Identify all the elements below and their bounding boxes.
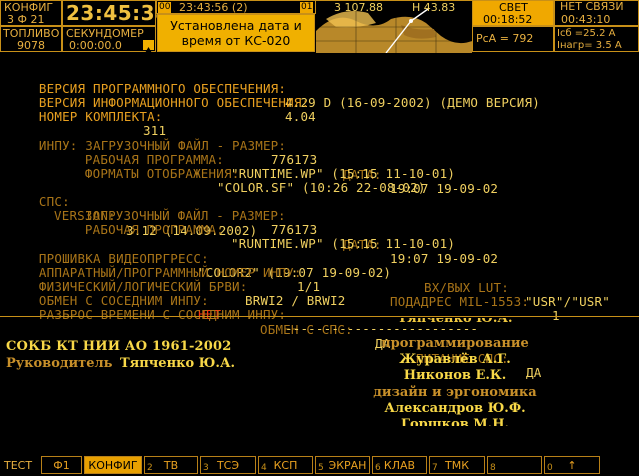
roll-programming: программирование bbox=[381, 336, 529, 351]
roll-top-name: Тяпченко Ю.А. bbox=[397, 318, 513, 326]
softkey-tmk-label: ТМК bbox=[444, 459, 470, 472]
credits-roll: Тяпченко Ю.А. программирование Журавлёв … bbox=[360, 318, 550, 426]
divider bbox=[0, 316, 639, 317]
roll-zhuravlev: Журавлёв А.Г. bbox=[399, 352, 511, 367]
stopwatch-arrow-icon[interactable] bbox=[143, 40, 154, 53]
softkey-tse[interactable]: 3 ТСЭ bbox=[200, 456, 256, 474]
head-name: Тяпченко Ю.А. bbox=[120, 356, 236, 371]
clock-cell: 23:45:38 bbox=[62, 0, 169, 26]
kit-number-label: НОМЕР КОМПЛЕКТА: bbox=[38, 108, 163, 124]
message-box: Установлена дата и время от КС-020 bbox=[157, 14, 315, 52]
nolink-label: НЕТ СВЯЗИ bbox=[560, 0, 624, 13]
rsa-value: РсА = 792 bbox=[476, 32, 534, 45]
softkey-keyboard[interactable]: 6 КЛАВ bbox=[372, 456, 427, 474]
up-arrow-icon: ↑ bbox=[567, 459, 577, 472]
softkey-tmk[interactable]: 7 ТМК bbox=[429, 456, 485, 474]
roll-nikonov: Никонов Е.К. bbox=[403, 368, 507, 383]
stopwatch-value: 0:00:00.0 bbox=[69, 39, 122, 52]
sps-date-value: 19:07 19-09-02 bbox=[390, 251, 499, 266]
roll-bottom-name: Горшков М.Н. bbox=[400, 417, 510, 426]
softkey-up[interactable]: 0 ↑ bbox=[544, 456, 600, 474]
config-cell: КОНФИГ 3 Ф 21 bbox=[0, 0, 62, 26]
tag-00: 00 bbox=[158, 2, 172, 13]
lut-value: "USR"/"USR" bbox=[525, 294, 610, 309]
head-label: Руководитель bbox=[6, 356, 113, 371]
softkey-keyboard-label: КЛАВ bbox=[383, 459, 416, 472]
inagr-value: Iнагр= 3.5 А bbox=[557, 40, 622, 51]
rsa-cell: РсА = 792 bbox=[472, 26, 554, 52]
fuel-cell: ТОПЛИВО 9078 bbox=[0, 26, 62, 52]
softkey-config[interactable]: КОНФИГ bbox=[84, 456, 142, 474]
nolink-cell: НЕТ СВЯЗИ 00:43:10 bbox=[554, 0, 639, 26]
mode-label: ТЕСТ bbox=[4, 459, 33, 472]
fuel-value: 9078 bbox=[17, 39, 45, 52]
softkey-8-number: 8 bbox=[490, 463, 496, 473]
current-cell: Iсб =25.2 А Iнагр= 3.5 А bbox=[554, 26, 639, 52]
spread-label: РАЗБРОС ВРЕМЕНИ С СОСЕДНИМ ИНПУ: bbox=[38, 306, 287, 322]
org-title: СОКБ КТ НИИ АО 1961-2002 bbox=[6, 339, 232, 354]
isb-value: Iсб =25.2 А bbox=[557, 28, 616, 39]
roll-aleksandrov: Александров Ю.Ф. bbox=[384, 401, 526, 416]
roll-design: дизайн и эргономика bbox=[373, 385, 537, 400]
sps-prog-value: "RUNTIME.WP" (15:15 11-10-01) bbox=[231, 236, 456, 251]
softkey-screen[interactable]: 5 ЭКРАН bbox=[315, 456, 370, 474]
softkey-screen-number: 5 bbox=[318, 463, 324, 473]
softkey-ksp-label: КСП bbox=[273, 459, 298, 472]
tag-01: 01 bbox=[300, 2, 314, 13]
clock-small: 23:43:56 (2) bbox=[179, 1, 248, 14]
light-value: 00:18:52 bbox=[483, 13, 533, 26]
sps-prog-label: РАБОЧАЯ ПРОГРАММА: bbox=[84, 221, 224, 237]
inpu-fmt-label: ФОРМАТЫ ОТОБРАЖЕНИЯ: bbox=[84, 165, 240, 181]
sw-version-value: 4.29 D (16-09-2002) (ДЕМО ВЕРСИЯ) bbox=[285, 95, 540, 110]
mil-label: ПОДАДРЕС MIL-1553: bbox=[390, 293, 530, 309]
light-cell: СВЕТ 00:18:52 bbox=[472, 0, 554, 26]
softkey-tv[interactable]: 2 ТВ bbox=[144, 456, 198, 474]
softkey-f1[interactable]: Ф1 bbox=[41, 456, 82, 474]
softkey-screen-label: ЭКРАН bbox=[328, 459, 367, 472]
nolink-value: 00:43:10 bbox=[561, 13, 611, 26]
softkey-8[interactable]: 8 bbox=[487, 456, 542, 474]
info-version-value: 4.04 bbox=[285, 109, 316, 124]
config-sub: 3 Ф 21 bbox=[7, 13, 45, 26]
main-clock: 23:45:38 bbox=[66, 1, 170, 25]
coord-right: Н 43.83 bbox=[412, 1, 456, 14]
clock-small-cell: 00 23:43:56 (2) 01 bbox=[156, 0, 316, 14]
coord-left: 3 107.88 bbox=[334, 1, 383, 14]
softkey-tv-label: ТВ bbox=[163, 459, 179, 472]
softkey-ksp[interactable]: 4 КСП bbox=[258, 456, 313, 474]
softkey-config-label: КОНФИГ bbox=[88, 459, 138, 472]
softkey-tse-label: ТСЭ bbox=[216, 459, 240, 472]
stopwatch-cell[interactable]: СЕКУНДОМЕР 0:00:00.0 bbox=[62, 26, 156, 53]
info-panel: ВЕРСИЯ ПРОГРАММНОГО ОБЕСПЕЧЕНИЯ: 4.29 D … bbox=[8, 67, 633, 380]
map-strip: 3 107.88 Н 43.83 bbox=[316, 0, 472, 53]
message-text: Установлена дата и время от КС-020 bbox=[170, 18, 302, 48]
lut-label: ВХ/ВЫХ LUT: bbox=[424, 279, 509, 295]
softkey-f1-label: Ф1 bbox=[53, 459, 70, 472]
